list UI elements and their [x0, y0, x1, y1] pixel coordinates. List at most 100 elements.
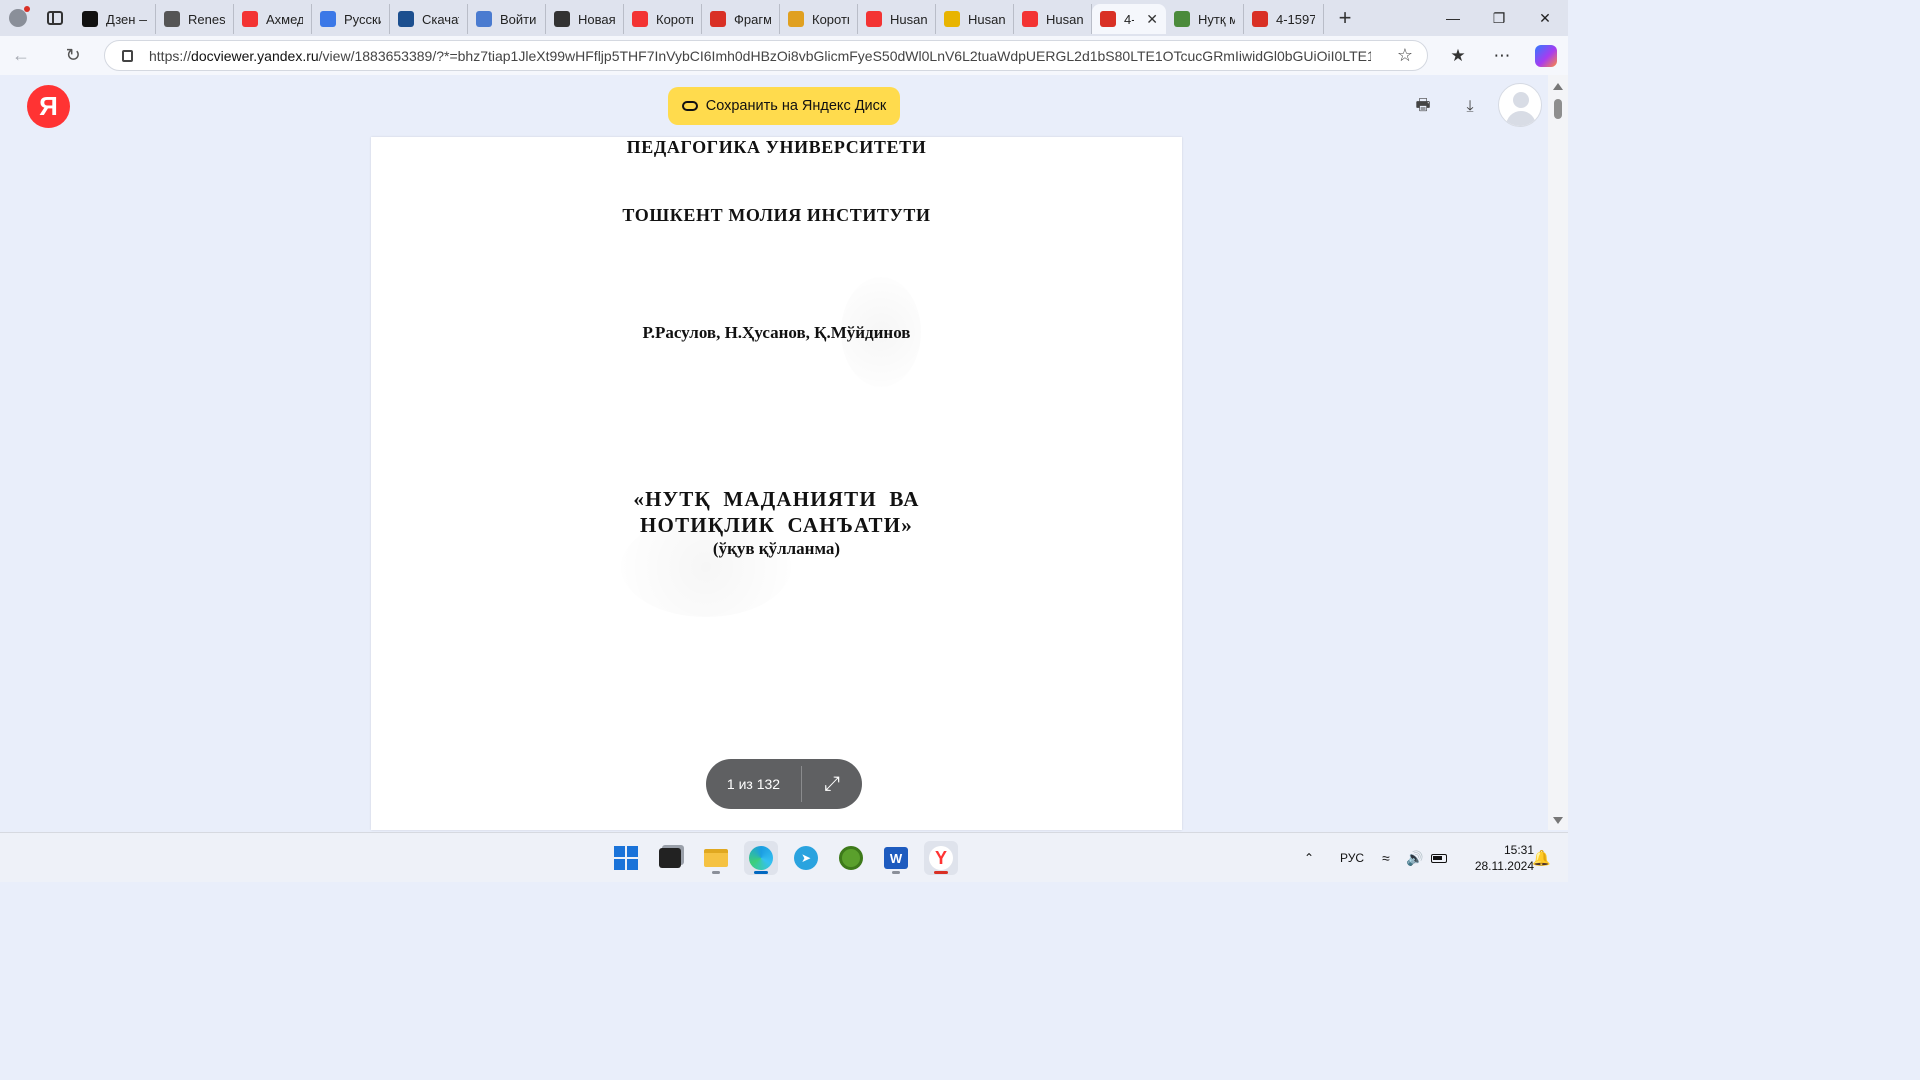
emblem-icon [1174, 11, 1190, 27]
minimize-button[interactable]: — [1430, 0, 1476, 36]
refresh-button[interactable]: ↻ [52, 36, 94, 75]
profile-icon [9, 9, 27, 27]
page-count: 1 из 132 [726, 776, 781, 792]
browser-tab[interactable]: Коротк [780, 4, 858, 34]
copilot-icon[interactable] [1535, 44, 1557, 67]
book-icon [476, 11, 492, 27]
url-field[interactable]: https://docviewer.yandex.ru/view/1883653… [104, 40, 1428, 71]
yandex-logo[interactable]: Я [27, 85, 70, 128]
favorite-star-icon[interactable]: ☆ [1397, 45, 1413, 66]
notification-dot [24, 6, 30, 12]
pdf-icon [1100, 11, 1116, 27]
browser-tab-label: Коротк [812, 11, 849, 27]
yandex-icon [1022, 11, 1038, 27]
dzen-icon [82, 11, 98, 27]
browser-tab-label: Нутқ ма [1198, 11, 1235, 27]
save-to-disk-button[interactable]: Сохранить на Яндекс Диск [668, 87, 900, 125]
volume-icon[interactable]: 🔊 [1406, 833, 1423, 883]
taskbar-file-explorer[interactable] [699, 841, 733, 875]
tab-actions-button[interactable] [36, 0, 74, 36]
browser-tab[interactable]: Husano [936, 4, 1014, 34]
browser-tab-label: Husano [1046, 11, 1083, 27]
print-icon[interactable]: 🖶 [1411, 95, 1435, 119]
vk-icon [788, 11, 804, 27]
fullscreen-icon[interactable]: ⤢ [802, 773, 862, 796]
page-indicator: 1 из 132 ⤢ [706, 759, 862, 809]
browser-tab-label: Husano [968, 11, 1005, 27]
close-window-button[interactable]: ✕ [1522, 0, 1568, 36]
browser-tab[interactable]: Ахмедо [234, 4, 312, 34]
site-info-icon[interactable] [105, 49, 149, 62]
address-bar-row: ← ↻ https://docviewer.yandex.ru/view/188… [0, 36, 1568, 75]
download-icon[interactable]: ⤓ [1458, 95, 1482, 119]
more-menu-icon[interactable]: ⋯ [1480, 36, 1524, 75]
t-icon [398, 11, 414, 27]
tabs-row: Дзен — Renessa Ахмедо Русский Скачать Войти Но… [74, 0, 1324, 36]
browser-tab[interactable]: Renessa [156, 4, 234, 34]
folder-icon [704, 849, 728, 867]
browser-tab[interactable]: Husano [1014, 4, 1092, 34]
back-button[interactable]: ← [0, 36, 42, 75]
user-avatar[interactable] [1498, 83, 1542, 127]
browser-tab[interactable]: 4-1 ✕ [1092, 4, 1166, 34]
browser-tab[interactable]: Фрагме [702, 4, 780, 34]
browser-tab[interactable]: Нутқ ма [1166, 4, 1244, 34]
green-app-icon [839, 846, 863, 870]
notification-bell-icon[interactable]: 🔔 [1532, 833, 1551, 883]
scroll-thumb[interactable] [1554, 99, 1562, 119]
calendar-icon [554, 11, 570, 27]
favorites-icon[interactable]: ★ [1436, 36, 1480, 75]
input-language[interactable]: РУС [1340, 833, 1364, 883]
clock-time: 15:31 [1503, 843, 1534, 857]
pdf-icon [710, 11, 726, 27]
task-view-button[interactable] [653, 841, 687, 875]
browser-tab[interactable]: Войти [468, 4, 546, 34]
tray-overflow-icon[interactable]: ⌃ [1304, 833, 1314, 883]
taskbar-edge[interactable] [744, 841, 778, 875]
scroll-up-arrow[interactable] [1553, 83, 1563, 90]
toolbar-right: ★ ⋯ [1436, 36, 1568, 75]
tab-actions-icon [47, 11, 63, 25]
institute-name: ТОШКЕНТ МОЛИЯ ИНСТИТУТИ [622, 205, 931, 225]
taskbar-word[interactable]: W [879, 841, 913, 875]
browser-tab-label: Renessa [188, 11, 225, 27]
pdf-icon [1252, 11, 1268, 27]
new-tab-button[interactable]: + [1328, 1, 1362, 35]
edge-icon [749, 846, 773, 870]
book-title-line-1: «НУТҚ МАДАНИЯТИ ВА [633, 487, 920, 511]
wifi-icon[interactable]: ≈ [1382, 833, 1390, 883]
browser-tab[interactable]: Русский [312, 4, 390, 34]
battery-icon[interactable] [1431, 833, 1447, 883]
system-clock[interactable]: 15:31 28.11.2024 [1454, 842, 1534, 874]
image-icon [944, 11, 960, 27]
window-controls: — ❐ ✕ [1430, 0, 1568, 36]
taskbar-green-app[interactable] [834, 841, 868, 875]
browser-tab-label: Дзен — [106, 11, 147, 27]
browser-tab-strip: Дзен — Renessa Ахмедо Русский Скачать Войти Но… [0, 0, 1568, 36]
university-name: ПЕДАГОГИКА УНИВЕРСИТЕТИ [626, 137, 927, 157]
browser-tab[interactable]: Скачать [390, 4, 468, 34]
browser-tab-label: Коротк [656, 11, 693, 27]
browser-tab[interactable]: Коротк [624, 4, 702, 34]
browser-tab-label: Войти [500, 11, 537, 27]
close-tab-icon[interactable]: ✕ [1146, 11, 1158, 28]
scroll-down-arrow[interactable] [1553, 817, 1563, 824]
yandex-browser-icon: Y [929, 846, 953, 870]
browser-tab-label: Ахмедо [266, 11, 303, 27]
telegram-icon: ➤ [794, 846, 818, 870]
windows-logo-icon [614, 846, 638, 870]
browser-tab[interactable]: Новая в [546, 4, 624, 34]
browser-tab[interactable]: Дзен — [74, 4, 156, 34]
yandex-icon [632, 11, 648, 27]
start-button[interactable] [609, 841, 643, 875]
profile-button[interactable] [0, 0, 36, 36]
globe-icon [164, 11, 180, 27]
cloud-icon [681, 101, 698, 111]
taskbar-telegram[interactable]: ➤ [789, 841, 823, 875]
restore-button[interactable]: ❐ [1476, 0, 1522, 36]
taskbar-yandex-browser[interactable]: Y [924, 841, 958, 875]
browser-tab[interactable]: 4-1597. [1244, 4, 1324, 34]
yandex-icon [866, 11, 882, 27]
browser-tab[interactable]: Husano [858, 4, 936, 34]
vertical-scrollbar[interactable] [1548, 75, 1568, 830]
